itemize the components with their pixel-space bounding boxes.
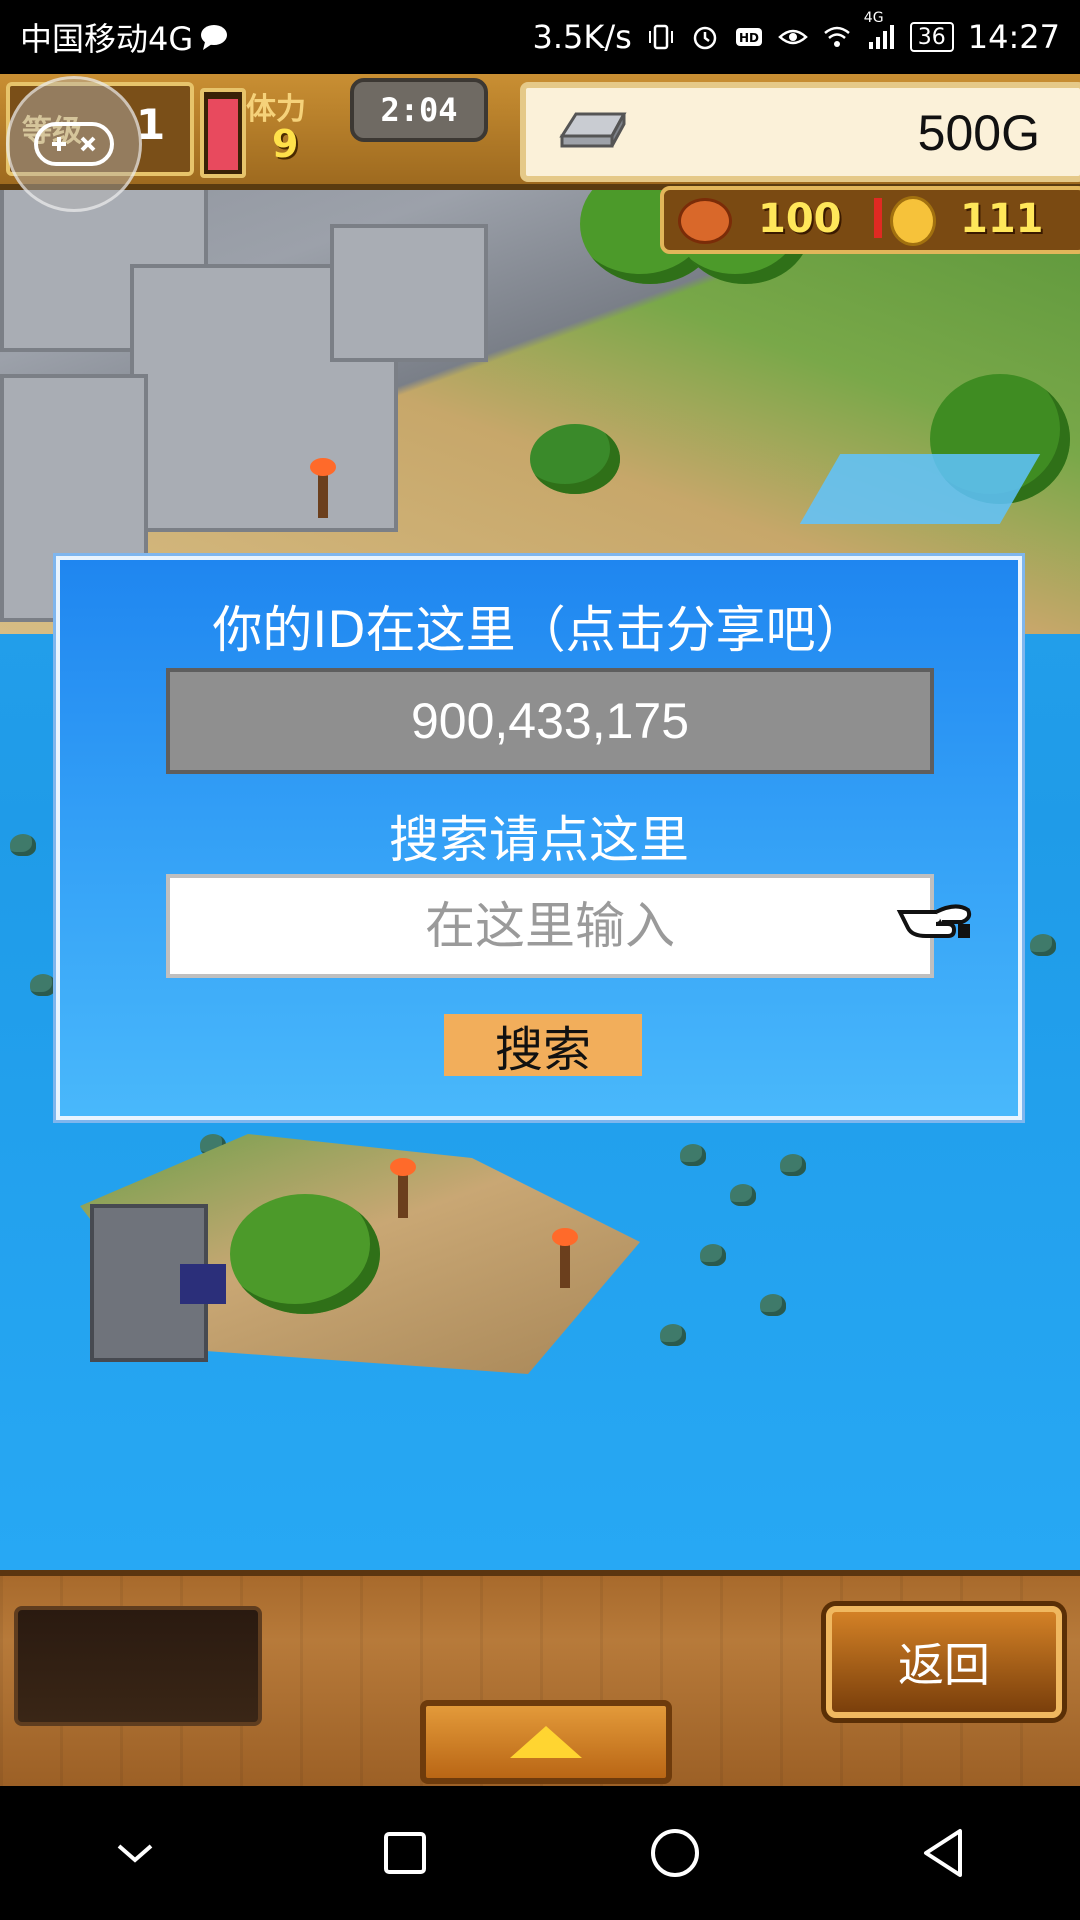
dialog-title[interactable]: 你的ID在这里（点击分享吧）	[60, 590, 1018, 662]
rock	[1030, 934, 1056, 956]
stamina-bar	[200, 88, 246, 178]
gold-display: 500G	[520, 82, 1080, 182]
rock	[780, 1154, 806, 1176]
clock: 14:27	[967, 18, 1060, 56]
square-recent-icon	[384, 1832, 426, 1874]
rock	[700, 1244, 726, 1266]
status-bar: 中国移动4G 3.5K/s HD 4G 36 14:27	[0, 0, 1080, 74]
pool-tile	[799, 454, 1041, 524]
search-input[interactable]	[166, 874, 934, 978]
torch	[390, 1158, 416, 1218]
signal-group: 4G	[864, 10, 896, 52]
coin-value: 111	[960, 196, 1044, 242]
pointing-hand-icon	[896, 904, 972, 938]
gamepad-icon	[34, 122, 114, 166]
nav-collapse-button[interactable]	[100, 1818, 170, 1888]
nav-recents-button[interactable]	[370, 1818, 440, 1888]
back-button[interactable]: 返回	[826, 1606, 1062, 1718]
rock	[660, 1324, 686, 1346]
signal-icon	[868, 25, 894, 49]
up-arrow-icon	[510, 1726, 582, 1758]
vibrate-icon	[648, 24, 673, 50]
stamina-value: 9	[272, 122, 299, 166]
chevron-down-icon	[117, 1844, 153, 1863]
divider	[874, 198, 882, 238]
navigation-bar	[0, 1786, 1080, 1920]
tree	[230, 1194, 380, 1314]
search-hint: 搜索请点这里	[389, 811, 689, 869]
top-hud: 等级 1 体力 9 2:04 500G	[0, 74, 1080, 190]
eye-icon	[777, 29, 808, 45]
svg-text:HD: HD	[739, 31, 759, 45]
torch	[552, 1228, 578, 1288]
bottom-panel: 返回	[0, 1570, 1080, 1792]
rock	[10, 834, 36, 856]
gamepad-float-icon[interactable]	[6, 76, 142, 212]
expand-menu-button[interactable]	[420, 1700, 672, 1784]
rock	[680, 1144, 706, 1166]
friend-id-dialog: 你的ID在这里（点击分享吧） 900,433,175 搜索请点这里 搜索	[56, 556, 1022, 1120]
player-id-field[interactable]: 900,433,175	[166, 668, 934, 774]
hd-icon: HD	[735, 28, 762, 46]
triangle-back-icon	[924, 1829, 962, 1877]
castle-tower	[330, 224, 488, 362]
rock	[760, 1294, 786, 1316]
rock	[30, 974, 56, 996]
battery-indicator: 36	[909, 22, 954, 52]
alarm-icon	[693, 26, 717, 50]
nav-home-button[interactable]	[640, 1818, 710, 1888]
meat-icon	[678, 198, 732, 244]
wifi-icon	[823, 26, 850, 47]
torch	[310, 458, 336, 518]
rock	[730, 1184, 756, 1206]
empty-slot	[14, 1606, 262, 1726]
gold-value: 500G	[917, 105, 1040, 161]
chat-bubble-icon	[201, 25, 228, 50]
carrier-label: 中国移动4G	[20, 20, 194, 58]
stamina-fill	[208, 99, 238, 170]
tree	[530, 424, 620, 494]
circle-home-icon	[651, 1829, 699, 1877]
banner	[180, 1264, 226, 1304]
nav-back-button[interactable]	[910, 1818, 980, 1888]
network-type: 4G	[863, 10, 884, 26]
resource-bar: 100 111	[660, 186, 1080, 254]
silver-ingot-icon	[559, 112, 627, 148]
search-button[interactable]: 搜索	[444, 1014, 642, 1078]
meat-value: 100	[758, 196, 842, 242]
network-speed: 3.5K/s	[532, 18, 632, 56]
stamina-timer: 2:04	[350, 78, 488, 142]
coin-icon	[890, 196, 936, 246]
